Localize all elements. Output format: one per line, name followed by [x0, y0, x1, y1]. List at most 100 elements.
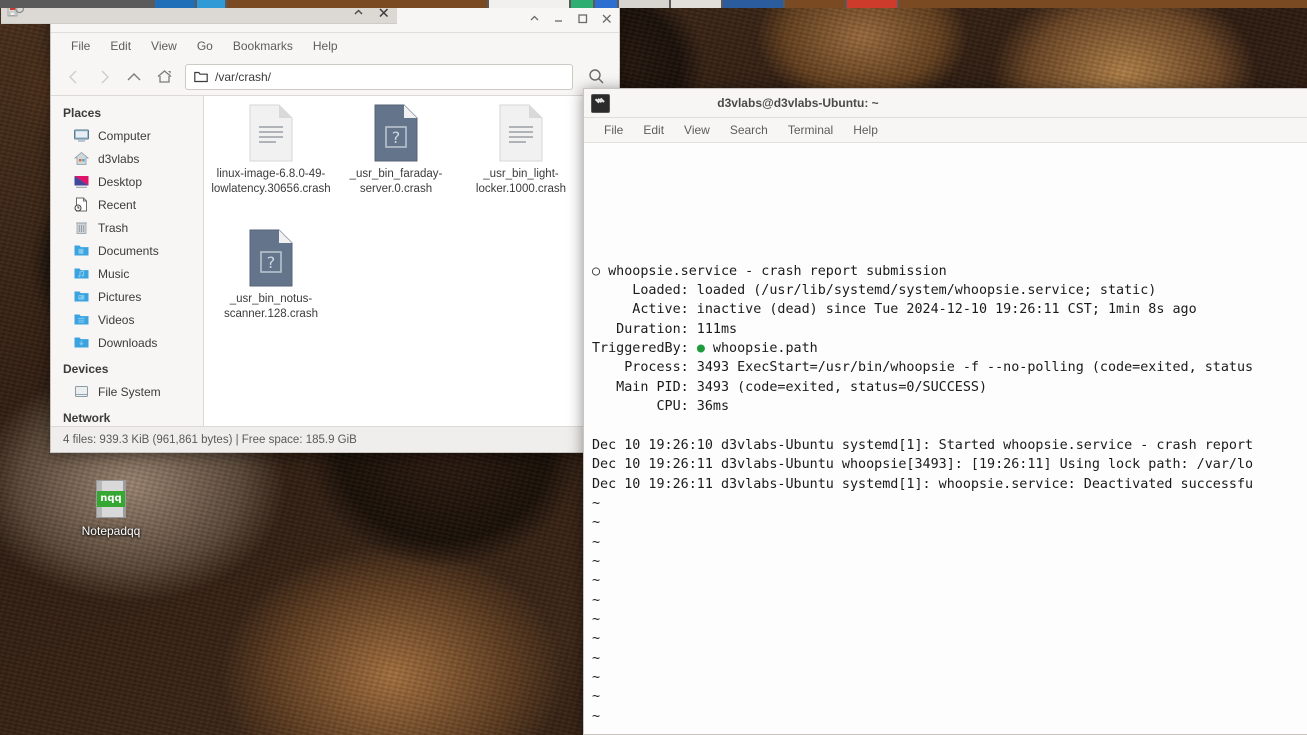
terminal-titlebar[interactable]: d3vlabs@d3vlabs-Ubuntu: ~ — [584, 89, 1307, 118]
terminal-line: Dec 10 19:26:11 d3vlabs-Ubuntu systemd[1… — [592, 476, 1254, 492]
terminal-line: ~ — [592, 708, 601, 724]
file-name: _usr_bin_notus-scanner.128.crash — [224, 293, 318, 320]
panel-item[interactable] — [671, 0, 721, 8]
svg-text:?: ? — [392, 128, 401, 147]
terminal-screen[interactable]: ○ whoopsie.service - crash report submis… — [584, 143, 1307, 734]
sidebar-item-trash[interactable]: Trash — [51, 216, 203, 239]
desktop-icon-notepadqq[interactable]: nqq Notepadqq — [79, 480, 143, 538]
terminal-line: CPU: 36ms — [592, 399, 730, 415]
thunar-body: Places Computer d3vlabs Desktop Recent T… — [51, 95, 619, 426]
menu-file[interactable]: File — [594, 121, 633, 139]
menu-view[interactable]: View — [141, 37, 187, 55]
devices-header: Devices — [63, 362, 109, 376]
sidebar-label: Computer — [98, 128, 151, 143]
menu-help[interactable]: Help — [843, 121, 888, 139]
terminal-line: Main PID: 3493 (code=exited, status=0/SU… — [592, 379, 988, 395]
videos-folder-icon — [73, 311, 90, 328]
terminal-line: ~ — [592, 515, 601, 531]
forward-icon[interactable] — [91, 64, 117, 90]
terminal-line: ~ — [592, 669, 601, 685]
file-item[interactable]: linux-image-6.8.0-49-lowlatency.30656.cr… — [211, 104, 331, 197]
terminal-menubar[interactable]: File Edit View Search Terminal Help — [584, 118, 1307, 143]
status-dot-active: ● — [696, 341, 705, 357]
sidebar-item-downloads[interactable]: Downloads — [51, 331, 203, 354]
menu-edit[interactable]: Edit — [100, 37, 141, 55]
sidebar-item-file-system[interactable]: File System — [51, 380, 203, 403]
sidebar-item-d3vlabs[interactable]: d3vlabs — [51, 147, 203, 170]
home-icon[interactable] — [151, 64, 177, 90]
notepadqq-icon-label: nqq — [97, 491, 125, 507]
sidebar-label: Downloads — [98, 335, 158, 350]
sidebar-item-pictures[interactable]: Pictures — [51, 285, 203, 308]
sidebar-item-videos[interactable]: Videos — [51, 308, 203, 331]
search-icon[interactable] — [583, 64, 609, 90]
panel-item[interactable] — [847, 0, 897, 8]
text-document-icon — [248, 104, 294, 162]
up-icon[interactable] — [121, 64, 147, 90]
recent-icon — [73, 196, 90, 213]
panel-item[interactable] — [785, 0, 845, 8]
sidebar-label: Pictures — [98, 289, 142, 304]
thunar-menubar[interactable]: File Edit View Go Bookmarks Help — [51, 33, 619, 58]
sidebar-item-computer[interactable]: Computer — [51, 124, 203, 147]
places-header: Places — [63, 106, 102, 120]
svg-text:?: ? — [267, 253, 276, 272]
terminal-line: Dec 10 19:26:10 d3vlabs-Ubuntu systemd[1… — [592, 437, 1254, 453]
panel-item[interactable] — [619, 0, 669, 8]
minimize-icon[interactable] — [552, 12, 565, 25]
menu-view[interactable]: View — [674, 121, 720, 139]
panel-item[interactable] — [489, 0, 569, 8]
top-panel[interactable] — [0, 0, 1307, 8]
menu-edit[interactable]: Edit — [633, 121, 674, 139]
terminal-line: ~ — [592, 592, 601, 608]
menu-bookmarks[interactable]: Bookmarks — [223, 37, 303, 55]
text-document-icon — [498, 104, 544, 162]
sidebar-item-documents[interactable]: Documents — [51, 239, 203, 262]
thunar-window-buttons[interactable] — [528, 12, 613, 25]
thunar-toolbar[interactable]: /var/crash/ — [51, 58, 619, 95]
sidebar-label: File System — [98, 384, 161, 399]
panel-item[interactable] — [227, 0, 487, 8]
thunar-window[interactable]: crash - Thunar File Edit View Go Bookmar… — [50, 3, 620, 453]
drive-icon — [73, 383, 90, 400]
menu-file[interactable]: File — [61, 37, 100, 55]
terminal-window[interactable]: d3vlabs@d3vlabs-Ubuntu: ~ File Edit View… — [583, 88, 1307, 735]
back-icon[interactable] — [61, 64, 87, 90]
desktop-icon-label: Notepadqq — [81, 524, 141, 538]
terminal-title: d3vlabs@d3vlabs-Ubuntu: ~ — [717, 96, 879, 110]
thunar-statusbar: 4 files: 939.3 KiB (961,861 bytes) | Fre… — [51, 426, 619, 452]
menu-help[interactable]: Help — [303, 37, 348, 55]
sidebar-item-desktop[interactable]: Desktop — [51, 170, 203, 193]
file-item[interactable]: ? _usr_bin_faraday-server.0.crash — [336, 104, 456, 197]
path-entry[interactable]: /var/crash/ — [185, 63, 573, 90]
menu-search[interactable]: Search — [720, 121, 778, 139]
terminal-line: Loaded: loaded (/usr/lib/systemd/system/… — [592, 283, 1157, 299]
file-item[interactable]: ? _usr_bin_notus-scanner.128.crash — [211, 229, 331, 322]
file-name: _usr_bin_light-locker.1000.crash — [475, 168, 567, 195]
panel-item[interactable] — [571, 0, 593, 8]
terminal-line: TriggeredBy: ● whoopsie.path — [592, 341, 818, 357]
pictures-folder-icon — [73, 288, 90, 305]
documents-folder-icon — [73, 242, 90, 259]
panel-item[interactable] — [899, 0, 1307, 8]
panel-item[interactable] — [197, 0, 225, 8]
maximize-icon[interactable] — [576, 12, 589, 25]
terminal-line: Duration: 111ms — [592, 321, 738, 337]
sidebar-item-music[interactable]: Music — [51, 262, 203, 285]
shade-icon[interactable] — [528, 12, 541, 25]
places-sidebar[interactable]: Places Computer d3vlabs Desktop Recent T… — [51, 96, 204, 426]
panel-item[interactable] — [155, 0, 195, 8]
notepadqq-icon: nqq — [96, 480, 126, 518]
sidebar-label: Music — [98, 266, 130, 281]
menu-terminal[interactable]: Terminal — [778, 121, 843, 139]
file-item[interactable]: _usr_bin_light-locker.1000.crash — [461, 104, 581, 197]
file-list-pane[interactable]: linux-image-6.8.0-49-lowlatency.30656.cr… — [204, 96, 619, 426]
close-icon[interactable] — [600, 12, 613, 25]
menu-go[interactable]: Go — [187, 37, 223, 55]
sidebar-item-recent[interactable]: Recent — [51, 193, 203, 216]
panel-item[interactable] — [595, 0, 617, 8]
panel-item[interactable] — [723, 0, 783, 8]
computer-icon — [73, 127, 90, 144]
